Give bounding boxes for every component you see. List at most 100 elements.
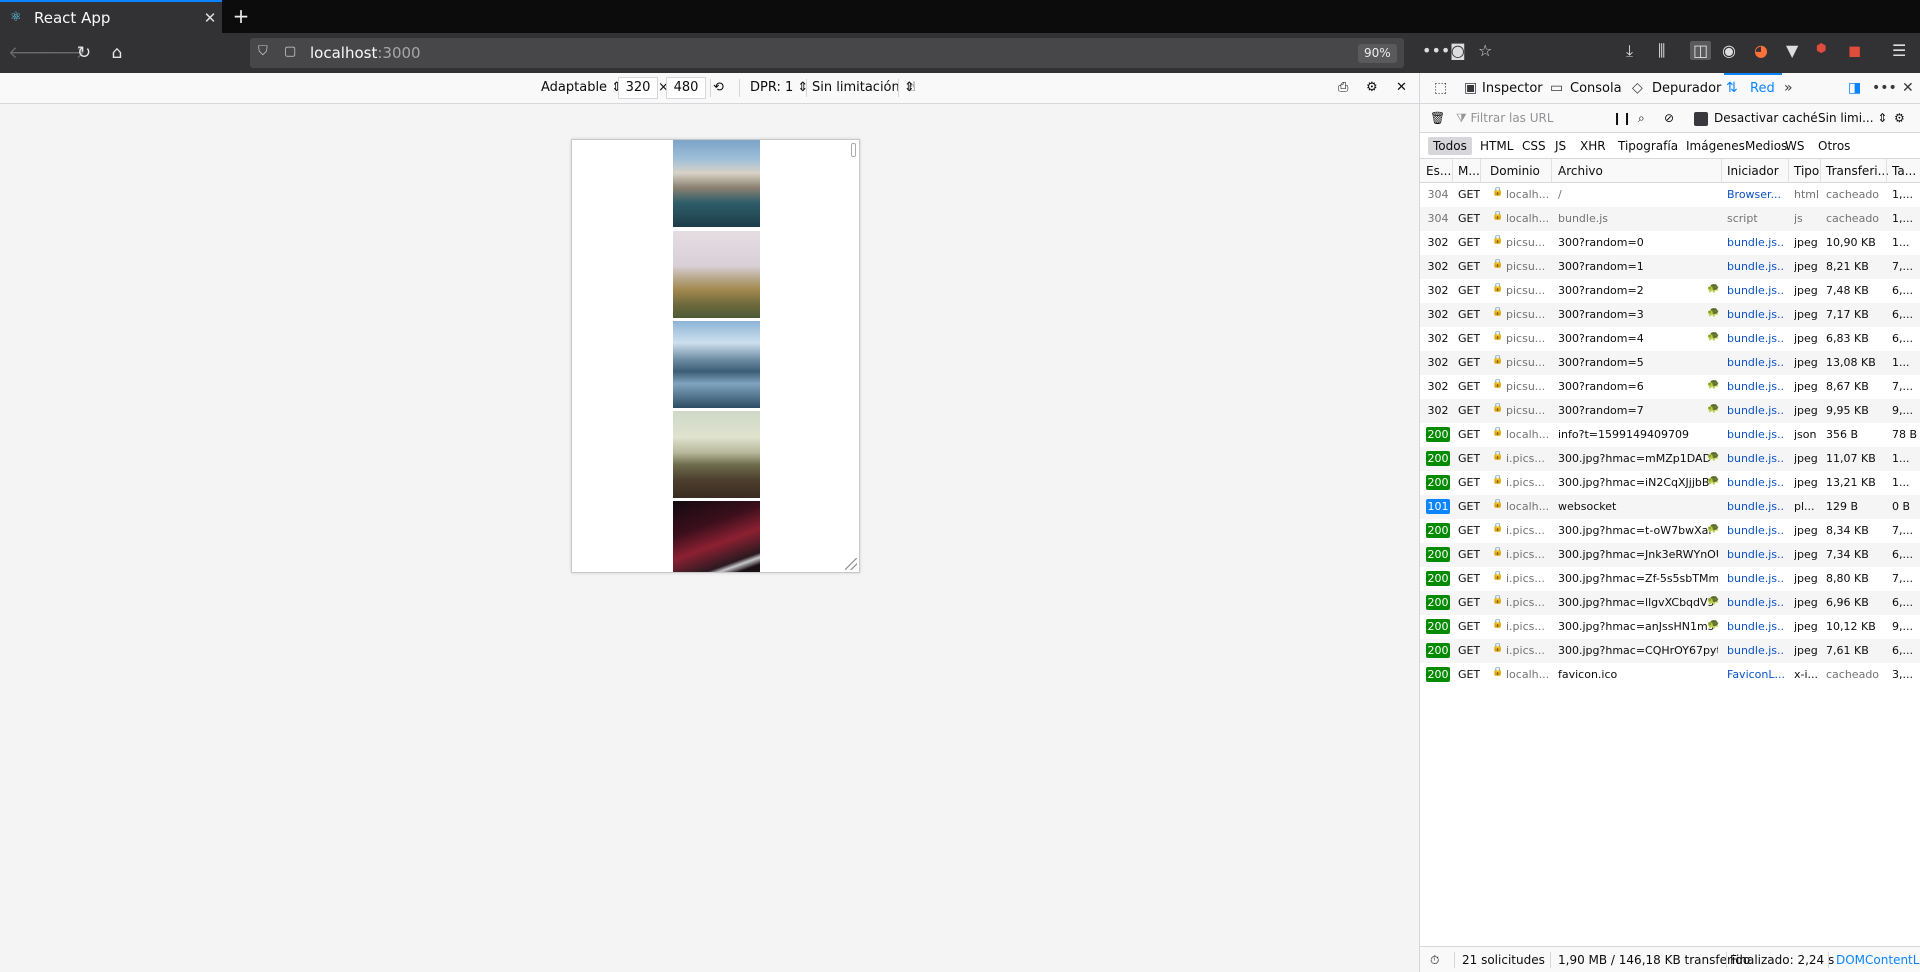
initiator-cell[interactable]: bundle.js... [1727,572,1785,585]
browser-tab[interactable]: ⚛ React App ✕ [0,0,222,33]
initiator-cell[interactable]: bundle.js... [1727,476,1785,489]
filter-css[interactable]: CSS [1517,137,1551,155]
network-settings-gear-icon[interactable]: ⚙ [1894,111,1905,125]
viewport-resize-handle[interactable] [845,558,857,570]
clear-trash-icon[interactable]: 🗑 [1430,111,1445,125]
request-row[interactable]: 200 🔒 GET i.pics... 300.jpg?hmac=iN2CqXJjjbB… [1420,471,1920,495]
menu-hamburger-icon[interactable]: ☰ [1892,41,1906,60]
column-divider[interactable] [1480,159,1481,183]
extension-fox-icon[interactable]: ◕ [1754,41,1768,60]
responsive-viewport[interactable] [571,139,860,573]
pocket-icon[interactable]: ◙ [1450,41,1466,60]
page-info-icon[interactable]: ▢ [284,44,296,59]
initiator-cell[interactable]: bundle.js... [1727,428,1785,441]
column-type[interactable]: Tipo [1794,164,1819,178]
page-actions-icon[interactable]: ••• [1422,41,1450,60]
extension-red-icon[interactable]: ◼ [1848,41,1861,60]
column-divider[interactable] [1721,159,1722,183]
initiator-cell[interactable]: bundle.js... [1727,548,1785,561]
initiator-cell[interactable]: bundle.js... [1727,236,1785,249]
request-row[interactable]: 302 🔒 GET picsu... 300?random=2 bundle.js... j… [1420,279,1920,303]
column-file[interactable]: Archivo [1558,164,1603,178]
column-initiator[interactable]: Iniciador [1727,164,1779,178]
column-size[interactable]: Ta... [1892,164,1916,178]
new-tab-button[interactable]: + [229,4,253,28]
block-icon[interactable]: ⊘ [1664,111,1674,125]
more-tabs-chevron-icon[interactable]: » [1784,80,1793,96]
search-icon[interactable]: ⌕ [1638,111,1645,126]
initiator-cell[interactable]: bundle.js... [1727,500,1785,513]
initiator-cell[interactable]: Browser... [1727,188,1785,201]
initiator-cell[interactable]: bundle.js... [1727,404,1785,417]
bookmark-star-icon[interactable]: ☆ [1478,41,1492,60]
dpr-selector[interactable]: DPR: 1 ⇕ [750,80,808,95]
width-input[interactable]: 320 [618,77,658,99]
initiator-cell[interactable]: bundle.js... [1727,356,1785,369]
url-bar[interactable]: ⛉ ▢ localhost:3000 90% [250,38,1404,68]
request-row[interactable]: 200 🔒 GET i.pics... 300.jpg?hmac=CQHrOY67pyt… [1420,639,1920,663]
tab-debugger[interactable]: Depurador [1652,81,1721,96]
filter-all[interactable]: Todos [1428,137,1472,155]
initiator-cell[interactable]: bundle.js... [1727,620,1785,633]
filter-xhr[interactable]: XHR [1575,137,1611,155]
request-row[interactable]: 302 🔒 GET picsu... 300?random=0 bundle.js... j… [1420,231,1920,255]
disable-cache-checkbox[interactable] [1694,112,1708,126]
initiator-cell[interactable]: bundle.js... [1727,452,1785,465]
filter-other[interactable]: Otros [1813,137,1855,155]
throttle-dropdown[interactable]: Sin limi... ⇕ [1818,111,1887,125]
initiator-cell[interactable]: FaviconL... [1727,668,1785,681]
initiator-cell[interactable]: bundle.js... [1727,332,1785,345]
initiator-cell[interactable]: script [1727,212,1785,225]
request-row[interactable]: 302 🔒 GET picsu... 300?random=5 bundle.js... j… [1420,351,1920,375]
performance-timer-icon[interactable]: ⏱ [1430,953,1439,968]
url-filter-input[interactable]: ⧩ Filtrar las URL [1456,108,1616,128]
column-transferred[interactable]: Transferi... [1826,164,1889,178]
pause-icon[interactable]: ❙❙ [1612,111,1632,125]
column-divider[interactable] [1820,159,1821,183]
dock-side-icon[interactable]: ◨ [1848,80,1861,96]
request-row[interactable]: 200 🔒 GET localh... favicon.ico FaviconL... x-… [1420,663,1920,687]
request-row[interactable]: 304 🔒 GET localh... bundle.js script js cachead… [1420,207,1920,231]
request-row[interactable]: 200 🔒 GET i.pics... 300.jpg?hmac=llgvXCbqdV5… [1420,591,1920,615]
touch-simulation-icon[interactable]: ☝ [908,80,916,95]
column-divider[interactable] [1886,159,1887,183]
initiator-cell[interactable]: bundle.js... [1727,524,1785,537]
request-row[interactable]: 302 🔒 GET picsu... 300?random=1 bundle.js... j… [1420,255,1920,279]
request-row[interactable]: 200 🔒 GET i.pics... 300.jpg?hmac=t-oW7bwXar b… [1420,519,1920,543]
request-row[interactable]: 200 🔒 GET i.pics... 300.jpg?hmac=Jnk3eRWYnOU… [1420,543,1920,567]
request-row[interactable]: 200 🔒 GET i.pics... 300.jpg?hmac=mMZp1DAD bun… [1420,447,1920,471]
rotate-icon[interactable]: ⟲ [713,80,724,95]
initiator-cell[interactable]: bundle.js... [1727,284,1785,297]
devtools-menu-icon[interactable]: ••• [1872,80,1897,96]
filter-js[interactable]: JS [1550,137,1571,155]
close-devtools-icon[interactable]: ✕ [1902,80,1914,96]
request-row[interactable]: 200 🔒 GET localh... info?t=1599149409709 bund… [1420,423,1920,447]
column-status[interactable]: Es... [1426,164,1451,178]
request-row[interactable]: 200 🔒 GET i.pics... 300.jpg?hmac=Zf-5s5sbTMm… [1420,567,1920,591]
settings-gear-icon[interactable]: ⚙ [1366,80,1378,95]
library-icon[interactable]: ⫼ [1658,41,1665,61]
column-divider[interactable] [1788,159,1789,183]
tab-network[interactable]: Red [1750,81,1775,96]
initiator-cell[interactable]: bundle.js... [1727,308,1785,321]
request-row[interactable]: 101 🔒 GET localh... websocket bundle.js... pl.… [1420,495,1920,519]
request-row[interactable]: 302 🔒 GET picsu... 300?random=6 bundle.js... j… [1420,375,1920,399]
request-row[interactable]: 304 🔒 GET localh... / Browser... html cacheado 1… [1420,183,1920,207]
filter-html[interactable]: HTML [1475,137,1518,155]
initiator-cell[interactable]: bundle.js... [1727,380,1785,393]
sidebar-icon[interactable]: ◫ [1690,41,1712,60]
close-rdm-icon[interactable]: ✕ [1396,80,1407,95]
close-tab-icon[interactable]: ✕ [198,9,222,27]
viewport-scrollbar[interactable] [851,143,856,157]
initiator-cell[interactable]: bundle.js... [1727,596,1785,609]
home-button[interactable]: ⌂ [105,41,129,65]
downloads-icon[interactable]: ⤓ [1626,41,1633,61]
adblock-plus-icon[interactable]: ⬢ [1816,41,1826,55]
reload-button[interactable]: ↻ [72,41,96,65]
request-row[interactable]: 302 🔒 GET picsu... 300?random=4 bundle.js... j… [1420,327,1920,351]
initiator-cell[interactable]: bundle.js... [1727,644,1785,657]
filter-ws[interactable]: WS [1780,137,1809,155]
extension-v-icon[interactable]: ▼ [1786,41,1798,60]
request-row[interactable]: 302 🔒 GET picsu... 300?random=3 bundle.js... j… [1420,303,1920,327]
zoom-level[interactable]: 90% [1358,44,1397,63]
